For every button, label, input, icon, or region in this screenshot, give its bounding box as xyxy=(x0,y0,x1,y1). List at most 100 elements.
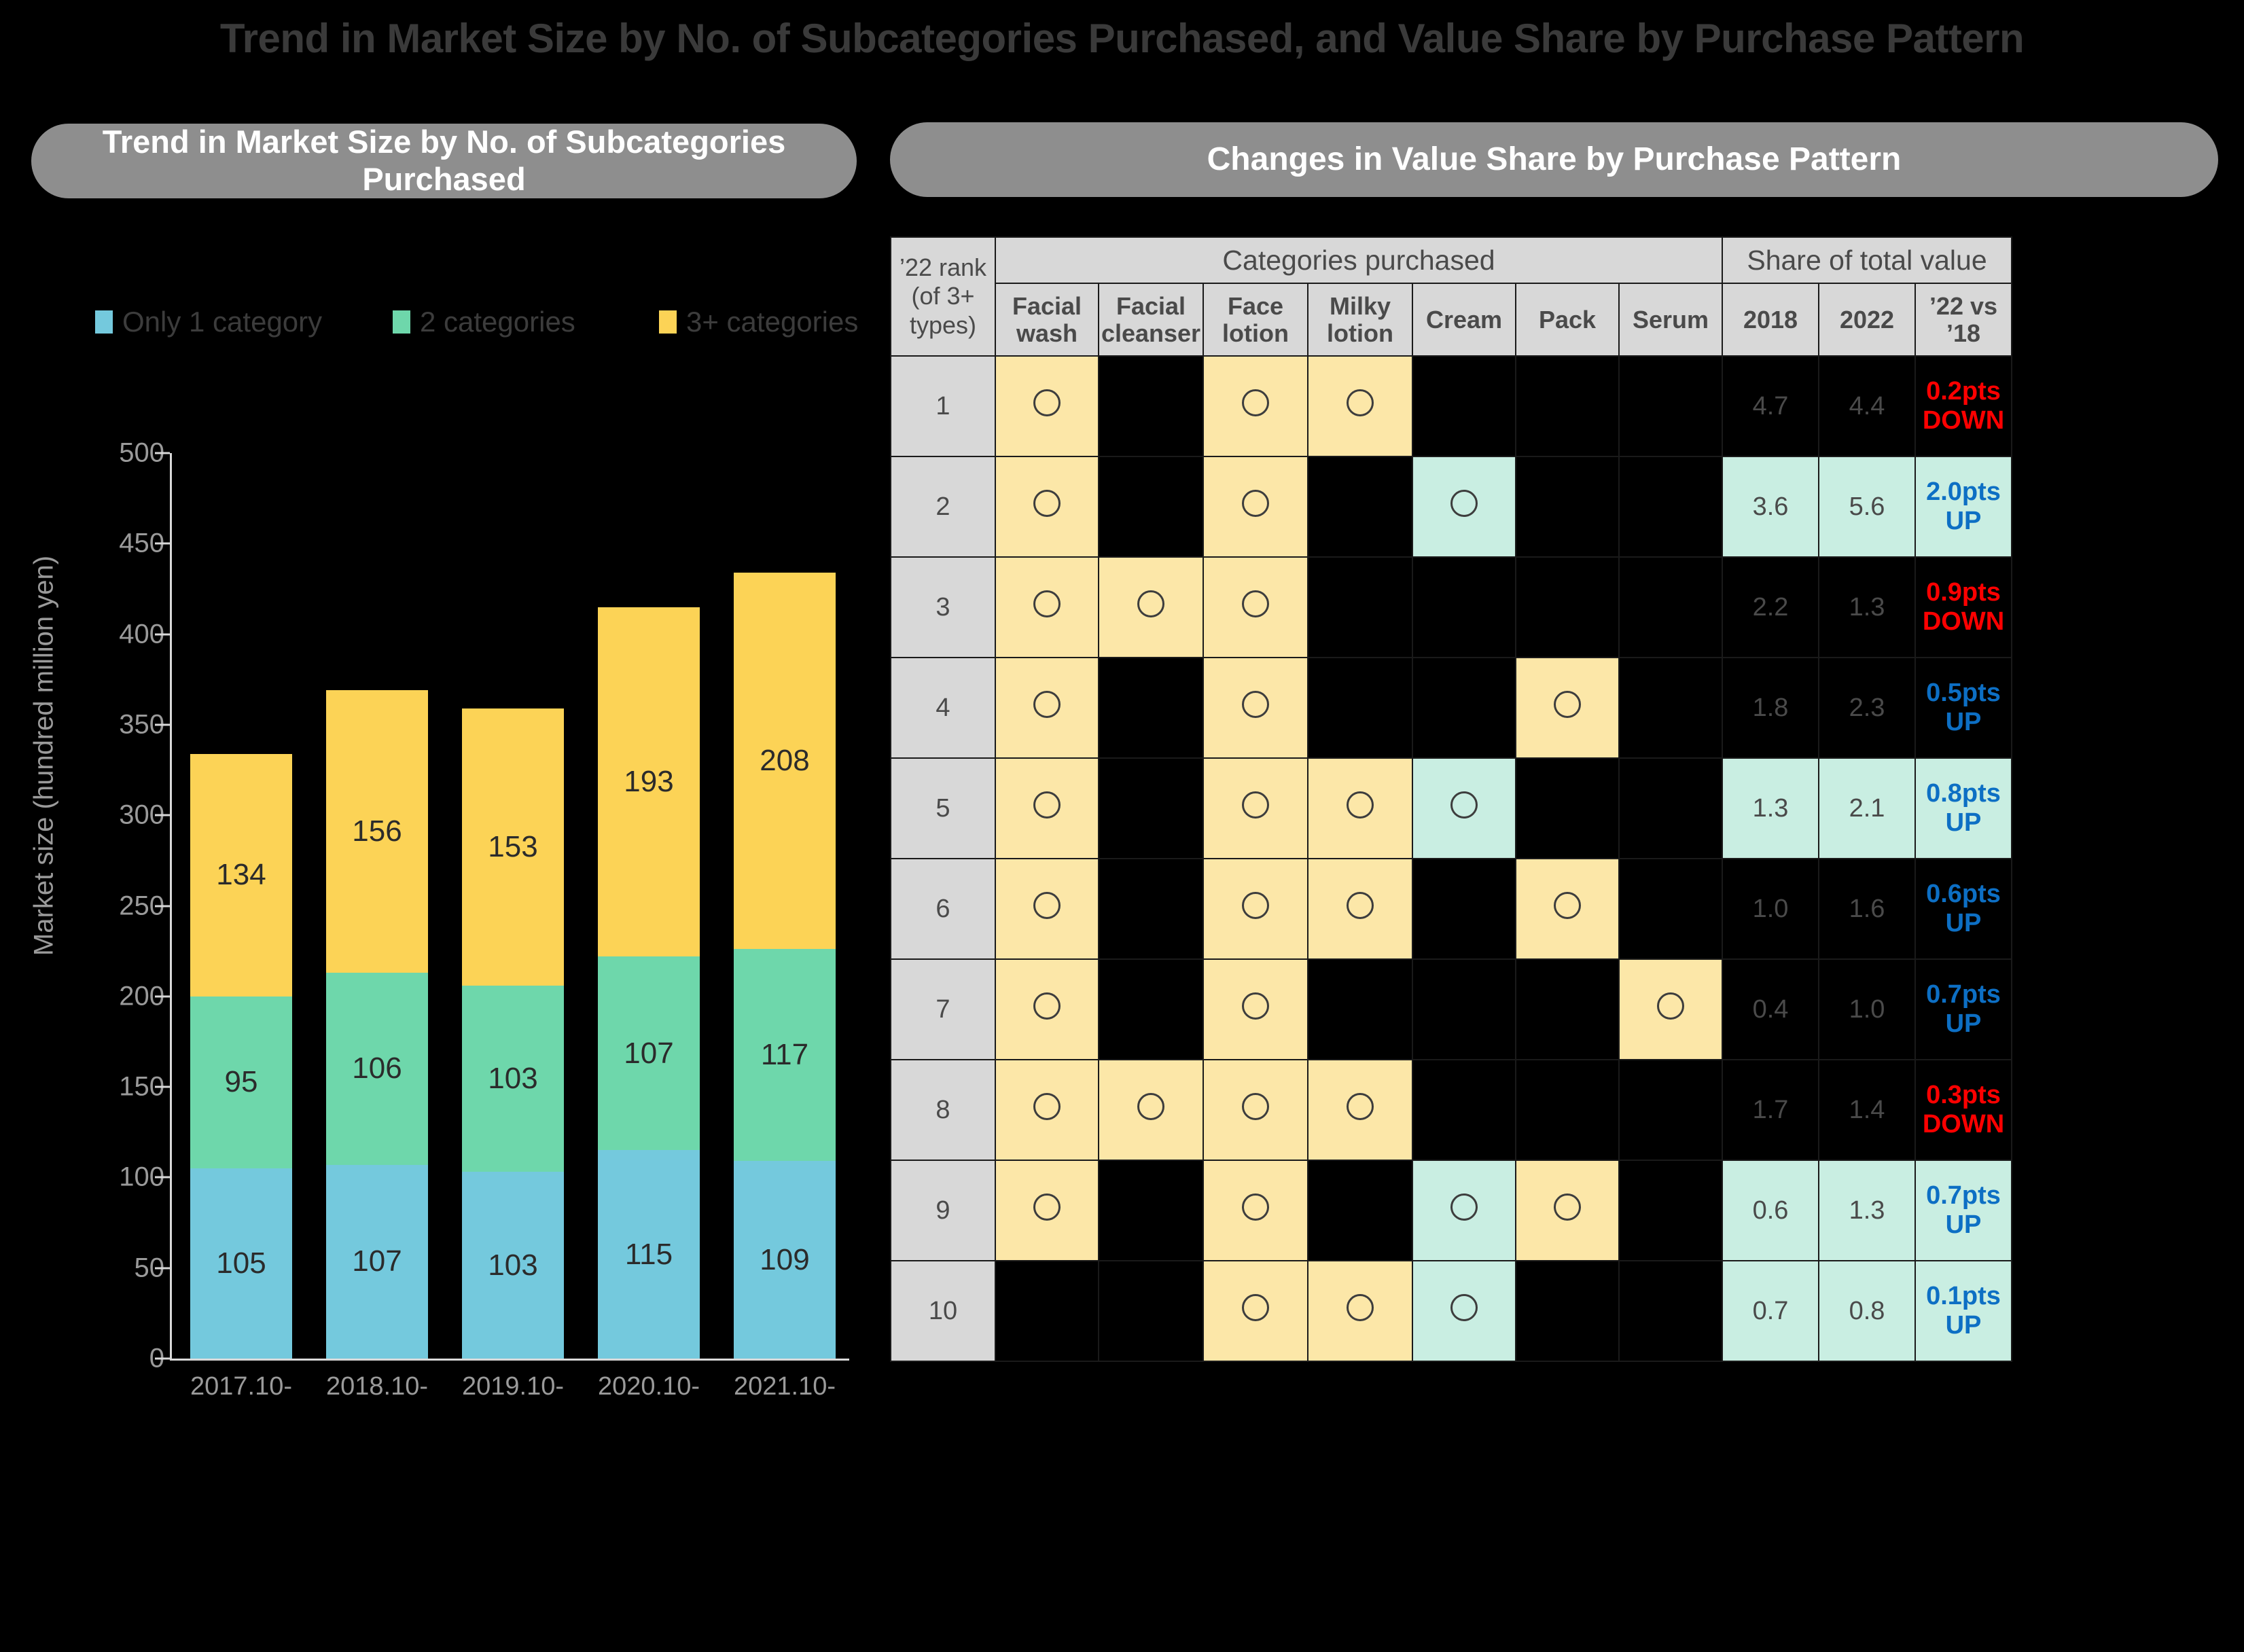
cell-rank: 3 xyxy=(890,556,996,658)
cell-facial_cleanser xyxy=(1098,858,1204,960)
cell-facial_wash xyxy=(995,1160,1099,1261)
cell-face_lotion xyxy=(1203,1160,1308,1261)
cell-pack xyxy=(1515,1260,1620,1362)
header-col-serum: Serum xyxy=(1618,283,1723,357)
delta-value: 0.5pts xyxy=(1926,679,2001,708)
circle-mark-icon xyxy=(1242,691,1269,718)
bar-segment: 106 xyxy=(326,973,428,1165)
legend-swatch-only-1-category xyxy=(95,310,113,334)
circle-mark-icon xyxy=(1242,1193,1269,1221)
cell-share-2018: 1.7 xyxy=(1722,1059,1819,1161)
cell-rank: 7 xyxy=(890,958,996,1060)
y-tick-mark xyxy=(155,1357,170,1360)
y-tick-mark xyxy=(155,905,170,907)
header-col-face_lotion: Face lotion xyxy=(1203,283,1308,357)
circle-mark-icon xyxy=(1033,1093,1061,1120)
delta-value: 0.3pts xyxy=(1926,1081,2001,1110)
bar-segment: 105 xyxy=(190,1168,292,1359)
cell-cream xyxy=(1412,556,1516,658)
bar-value-label: 117 xyxy=(760,1038,809,1072)
cell-pack xyxy=(1515,1059,1620,1161)
cell-serum xyxy=(1618,958,1723,1060)
cell-serum xyxy=(1618,757,1723,859)
table-row: 7 0.4 1.0 0.7pts UP xyxy=(890,958,2012,1060)
left-panel-title: Trend in Market Size by No. of Subcatego… xyxy=(31,124,857,198)
delta-direction: UP xyxy=(1945,1009,1982,1038)
delta-direction: UP xyxy=(1945,808,1982,837)
bar-stack: 107 106 156 xyxy=(326,224,428,1359)
cell-facial_wash xyxy=(995,456,1099,558)
header-col-line1: Milky xyxy=(1329,291,1391,320)
cell-pack xyxy=(1515,657,1620,759)
cell-face_lotion xyxy=(1203,1260,1308,1362)
cell-facial_cleanser xyxy=(1098,958,1204,1060)
y-tick-mark xyxy=(155,1176,170,1179)
delta-direction: DOWN xyxy=(1922,607,2005,636)
cell-cream xyxy=(1412,1160,1516,1261)
y-tick-mark xyxy=(155,633,170,636)
y-tick-mark xyxy=(155,542,170,545)
circle-mark-icon xyxy=(1242,1093,1269,1120)
cell-rank: 9 xyxy=(890,1160,996,1261)
y-axis-line xyxy=(170,453,172,1360)
cell-facial_cleanser xyxy=(1098,1160,1204,1261)
cell-milky_lotion xyxy=(1307,958,1413,1060)
cell-milky_lotion xyxy=(1307,556,1413,658)
cell-serum xyxy=(1618,1260,1723,1362)
cell-share-2022: 5.6 xyxy=(1818,456,1916,558)
delta-direction: UP xyxy=(1945,708,1982,736)
bar-segment: 95 xyxy=(190,996,292,1169)
bar-segment: 107 xyxy=(326,1164,428,1359)
circle-mark-icon xyxy=(1033,892,1061,919)
bar-segment: 109 xyxy=(734,1161,836,1359)
delta-direction: UP xyxy=(1945,507,1982,535)
delta-direction: DOWN xyxy=(1922,406,2005,435)
cell-rank: 8 xyxy=(890,1059,996,1161)
bar-segment: 117 xyxy=(734,949,836,1162)
delta-value: 0.6pts xyxy=(1926,880,2001,909)
cell-share-2022: 1.6 xyxy=(1818,858,1916,960)
cell-milky_lotion xyxy=(1307,657,1413,759)
cell-rank: 10 xyxy=(890,1260,996,1362)
cell-share-2018: 2.2 xyxy=(1722,556,1819,658)
cell-share-2022: 4.4 xyxy=(1818,355,1916,457)
cell-facial_cleanser xyxy=(1098,556,1204,658)
bar-value-label: 95 xyxy=(224,1065,258,1099)
delta-value: 0.7pts xyxy=(1926,980,2001,1009)
circle-mark-icon xyxy=(1450,1193,1478,1221)
right-panel-title: Changes in Value Share by Purchase Patte… xyxy=(890,122,2218,197)
plot-area: 0 50 100 150 200 250 300 350 400 450 500 105 95 134 1… xyxy=(119,224,866,1406)
circle-mark-icon xyxy=(1450,1294,1478,1321)
cell-cream xyxy=(1412,1260,1516,1362)
bar-value-label: 134 xyxy=(216,858,266,892)
table-header: ’22 rank (of 3+ types) Categories purcha… xyxy=(890,236,2012,357)
circle-mark-icon xyxy=(1657,992,1684,1020)
cell-milky_lotion xyxy=(1307,757,1413,859)
bar-stack: 115 107 193 xyxy=(598,224,700,1359)
circle-mark-icon xyxy=(1242,791,1269,819)
cell-facial_cleanser xyxy=(1098,355,1204,457)
cell-milky_lotion xyxy=(1307,1059,1413,1161)
x-axis-line xyxy=(170,1359,849,1361)
cell-share-2018: 1.8 xyxy=(1722,657,1819,759)
cell-facial_cleanser xyxy=(1098,657,1204,759)
cell-face_lotion xyxy=(1203,657,1308,759)
cell-delta: 2.0pts UP xyxy=(1914,456,2012,558)
circle-mark-icon xyxy=(1137,590,1164,617)
cell-cream xyxy=(1412,858,1516,960)
cell-cream xyxy=(1412,657,1516,759)
cell-rank: 1 xyxy=(890,355,996,457)
table-row: 5 1.3 2.1 0.8pts UP xyxy=(890,757,2012,859)
circle-mark-icon xyxy=(1242,490,1269,517)
table-row: 1 4.7 4.4 0.2pts DOWN xyxy=(890,355,2012,457)
y-tick-mark xyxy=(155,1085,170,1088)
cell-delta: 0.9pts DOWN xyxy=(1914,556,2012,658)
cell-milky_lotion xyxy=(1307,1260,1413,1362)
header-col-line1: Cream xyxy=(1425,305,1503,334)
circle-mark-icon xyxy=(1033,490,1061,517)
cell-facial_wash xyxy=(995,1260,1099,1362)
table-row: 3 2.2 1.3 0.9pts DOWN xyxy=(890,556,2012,658)
cell-pack xyxy=(1515,355,1620,457)
cell-cream xyxy=(1412,355,1516,457)
cell-delta: 0.5pts UP xyxy=(1914,657,2012,759)
